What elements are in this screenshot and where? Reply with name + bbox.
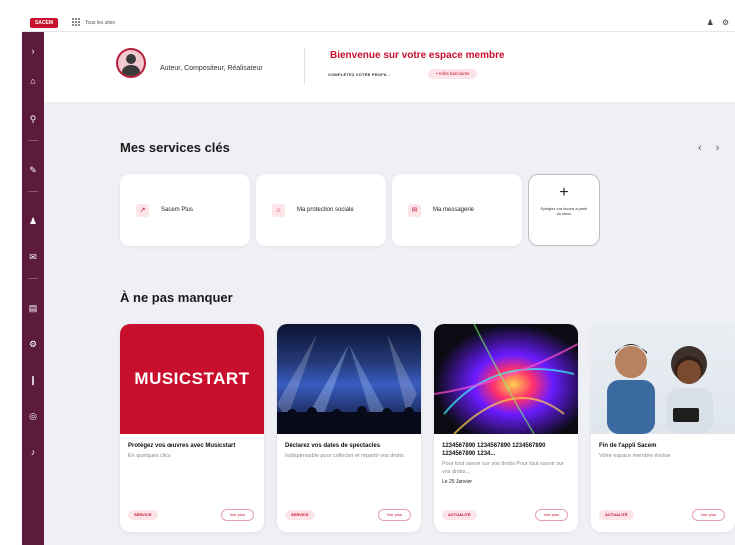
concert-lights-illustration: [277, 334, 421, 434]
home-icon: ⌂: [272, 203, 285, 217]
see-more-button[interactable]: Voir plus: [534, 509, 568, 521]
article-title: Déclarez vos dates de spectacles: [285, 443, 381, 449]
user-silhouette-icon: [118, 50, 144, 76]
mail-icon: ✉: [408, 203, 421, 217]
member-role: Auteur, Compositeur, Réalisateur: [160, 65, 263, 72]
sidebar-divider: [28, 191, 38, 192]
document-icon[interactable]: ▤: [22, 299, 44, 317]
sacem-logo[interactable]: SACEM: [30, 17, 58, 28]
article-date: Le 25 Janvier: [442, 479, 473, 485]
musicstart-image: MUSICSTART: [120, 324, 264, 434]
money-icon[interactable]: ◎: [22, 407, 44, 425]
carousel-arrows: ‹ ›: [698, 142, 719, 154]
settings-icon[interactable]: ⚙: [22, 335, 44, 353]
sidebar-divider: [28, 278, 38, 279]
articles-title: À ne pas manquer: [120, 290, 233, 305]
concert-image: [277, 324, 421, 434]
article-tag: ACTUALITÉ: [442, 510, 477, 520]
home-icon[interactable]: ⌂: [22, 72, 44, 90]
chevron-right-icon[interactable]: ›: [716, 142, 720, 154]
gear-icon[interactable]: ⚙: [722, 18, 729, 27]
service-label: Ma messagerie: [433, 207, 475, 213]
plus-icon: +: [559, 184, 569, 201]
music-note-icon[interactable]: ♪: [22, 443, 44, 461]
see-more-button[interactable]: Voir plus: [377, 509, 411, 521]
service-card-messagerie[interactable]: ✉ Ma messagerie: [392, 174, 522, 246]
article-subtitle: Pour tout savoir sur vos droits Pour tou…: [442, 461, 564, 475]
people-image: [591, 324, 735, 434]
article-tag: ACTUALITÉ: [599, 510, 634, 520]
article-subtitle: Indispensable pour collecter et répartir…: [285, 453, 404, 459]
see-more-button[interactable]: Voir plus: [220, 509, 254, 521]
sidebar-divider: [28, 140, 38, 141]
article-card[interactable]: 1234567890 1234567890 1234567890 1234567…: [434, 324, 578, 532]
people-illustration: [607, 344, 713, 434]
service-card-protection-sociale[interactable]: ⌂ Ma protection sociale: [256, 174, 386, 246]
sidebar: › ⌂ ⚲ ✎ ♟ ✉ ▤ ⚙ ❙ ◎ ♪: [22, 32, 44, 545]
article-title: Protégez vos œuvres avec Musicstart: [128, 443, 236, 449]
article-tag: SERVICE: [285, 510, 315, 520]
add-favorite-label: Epinglez vos favoris à partir du menu: [540, 207, 588, 216]
see-more-button[interactable]: Voir plus: [691, 509, 725, 521]
sacem-plus-icon: ↗: [136, 203, 149, 217]
divider: [304, 48, 305, 84]
article-subtitle: Votre espace membre évolue: [599, 453, 671, 459]
user-icon[interactable]: ♟: [22, 212, 44, 230]
chevron-left-icon[interactable]: ‹: [698, 142, 702, 154]
mail-icon[interactable]: ✉: [22, 248, 44, 266]
welcome-banner: Auteur, Compositeur, Réalisateur Bienven…: [44, 32, 735, 102]
service-card-sacem-plus[interactable]: ↗ Sacem Plus: [120, 174, 250, 246]
pencil-icon[interactable]: ✎: [22, 161, 44, 179]
service-label: Sacem Plus: [161, 207, 194, 213]
light-trails-image: [434, 324, 578, 434]
article-subtitle: En quelques clics: [128, 453, 171, 459]
article-card[interactable]: Déclarez vos dates de spectacles Indispe…: [277, 324, 421, 532]
article-card[interactable]: MUSICSTART Protégez vos œuvres avec Musi…: [120, 324, 264, 532]
service-label: Ma protection sociale: [297, 207, 354, 213]
welcome-title: Bienvenue sur votre espace membre: [330, 50, 505, 61]
article-card[interactable]: Fin de l'appli Sacem Votre espace membre…: [591, 324, 735, 532]
search-icon[interactable]: ⚲: [22, 110, 44, 128]
user-icon[interactable]: ♟: [707, 18, 714, 27]
top-bar: SACEM Tous les sites ♟ ⚙: [22, 14, 735, 32]
article-title: 1234567890 1234567890 1234567890 1234567…: [442, 443, 546, 457]
complete-profile-label: COMPLÉTEZ VOTRE PROFIL :: [328, 72, 391, 77]
apps-grid-icon[interactable]: [72, 18, 81, 27]
avatar[interactable]: [116, 48, 146, 78]
services-title: Mes services clés: [120, 140, 230, 155]
chevron-right-icon[interactable]: ›: [22, 42, 44, 60]
microphone-icon[interactable]: ❙: [22, 371, 44, 389]
apps-label[interactable]: Tous les sites: [85, 20, 115, 26]
musicstart-logo-text: MUSICSTART: [134, 369, 250, 388]
article-title: Fin de l'appli Sacem: [599, 443, 657, 449]
light-trails-illustration: [434, 324, 578, 434]
article-tag: SERVICE: [128, 510, 158, 520]
add-favorite-card[interactable]: + Epinglez vos favoris à partir du menu: [528, 174, 600, 246]
bank-info-pill[interactable]: • Infos bancaires: [428, 69, 478, 79]
main-content: Auteur, Compositeur, Réalisateur Bienven…: [44, 32, 735, 545]
